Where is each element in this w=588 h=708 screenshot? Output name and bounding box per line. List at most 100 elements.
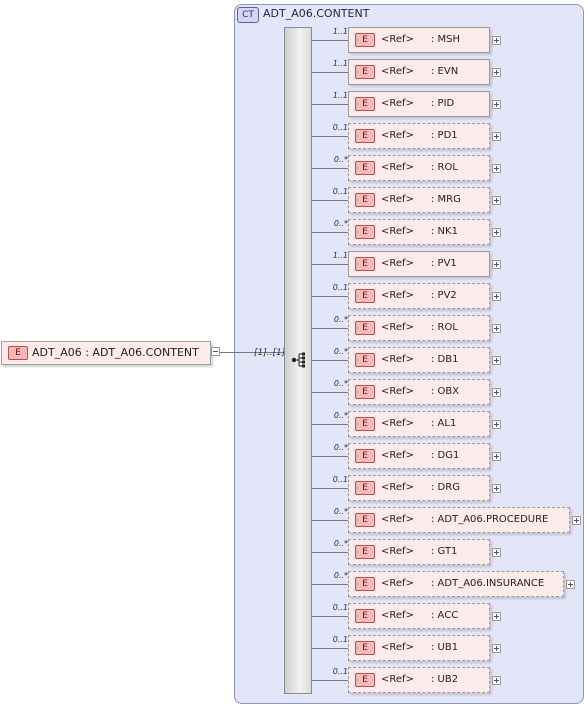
element-name: : PD1 [431,130,458,141]
cardinality-label: 0..1 [332,475,348,484]
ref-label: <Ref> [381,34,414,45]
sequence-compositor-icon[interactable] [291,352,307,368]
element-box[interactable]: E <Ref>: ACC [348,603,490,629]
cardinality-label: 0..1 [332,635,348,644]
element-name: : GT1 [431,546,458,557]
expand-icon[interactable] [492,612,501,621]
element-box[interactable]: E <Ref>: MSH [348,27,490,53]
connector-line [312,200,348,201]
element-badge: E [355,161,375,175]
expand-icon[interactable] [492,420,501,429]
element-name: : ADT_A06.PROCEDURE [431,514,549,525]
cardinality-label: 1..1 [332,91,348,100]
element-box[interactable]: E <Ref>: ROL [348,315,490,341]
element-box[interactable]: E <Ref>: PV2 [348,283,490,309]
element-row[interactable]: 0..* E <Ref>: DG1 [312,443,504,471]
element-box[interactable]: E <Ref>: MRG [348,187,490,213]
element-box[interactable]: E <Ref>: DRG [348,475,490,501]
element-row[interactable]: 0..1 E <Ref>: MRG [312,187,504,215]
collapse-icon[interactable] [211,347,220,356]
element-box[interactable]: E <Ref>: PV1 [348,251,490,277]
element-badge: E [355,673,375,687]
connector-line [312,360,348,361]
element-box[interactable]: E <Ref>: UB1 [348,635,490,661]
expand-icon[interactable] [572,516,581,525]
element-row[interactable]: 0..* E <Ref>: ROL [312,155,504,183]
expand-icon[interactable] [492,164,501,173]
element-row[interactable]: 1..1 E <Ref>: EVN [312,59,504,87]
expand-icon[interactable] [492,324,501,333]
cardinality-label: 0..* [333,571,348,580]
expand-icon[interactable] [492,388,501,397]
connector-line [312,648,348,649]
cardinality-label: 0..* [333,539,348,548]
expand-icon[interactable] [492,356,501,365]
expand-icon[interactable] [566,580,575,589]
element-name: : DG1 [431,450,460,461]
element-box[interactable]: E <Ref>: DB1 [348,347,490,373]
element-box[interactable]: E <Ref>: ADT_A06.INSURANCE [348,571,564,597]
element-box[interactable]: E <Ref>: OBX [348,379,490,405]
element-row[interactable]: 0..* E <Ref>: DB1 [312,347,504,375]
element-row[interactable]: 1..1 E <Ref>: PID [312,91,504,119]
connector-line [312,520,348,521]
element-row[interactable]: 0..1 E <Ref>: UB2 [312,667,504,695]
element-box[interactable]: E <Ref>: PD1 [348,123,490,149]
expand-icon[interactable] [492,36,501,45]
expand-icon[interactable] [492,196,501,205]
element-row[interactable]: 0..1 E <Ref>: ACC [312,603,504,631]
element-badge: E [355,545,375,559]
expand-icon[interactable] [492,484,501,493]
expand-icon[interactable] [492,676,501,685]
element-badge: E [355,577,375,591]
expand-icon[interactable] [492,644,501,653]
element-row[interactable]: 0..* E <Ref>: OBX [312,379,504,407]
cardinality-label: 0..* [333,219,348,228]
expand-icon[interactable] [492,228,501,237]
expand-icon[interactable] [492,100,501,109]
ref-label: <Ref> [381,418,414,429]
element-row[interactable]: 0..* E <Ref>: NK1 [312,219,504,247]
element-box[interactable]: E <Ref>: ROL [348,155,490,181]
ref-label: <Ref> [381,514,414,525]
connector-line [312,104,348,105]
element-badge: E [355,385,375,399]
expand-icon[interactable] [492,548,501,557]
element-box[interactable]: E <Ref>: EVN [348,59,490,85]
connector-line [312,584,348,585]
expand-icon[interactable] [492,260,501,269]
element-box[interactable]: E <Ref>: ADT_A06.PROCEDURE [348,507,570,533]
element-row[interactable]: 1..1 E <Ref>: PV1 [312,251,504,279]
element-row[interactable]: 0..* E <Ref>: ROL [312,315,504,343]
element-box[interactable]: E <Ref>: UB2 [348,667,490,693]
element-box[interactable]: E <Ref>: NK1 [348,219,490,245]
element-badge: E [355,97,375,111]
element-box[interactable]: E <Ref>: AL1 [348,411,490,437]
expand-icon[interactable] [492,292,501,301]
element-name: : PV1 [431,258,457,269]
element-box[interactable]: E <Ref>: DG1 [348,443,490,469]
root-element[interactable]: E ADT_A06 : ADT_A06.CONTENT [1,341,211,365]
element-row[interactable]: 0..* E <Ref>: ADT_A06.INSURANCE [312,571,578,599]
element-row[interactable]: 0..1 E <Ref>: PV2 [312,283,504,311]
element-box[interactable]: E <Ref>: PID [348,91,490,117]
element-box[interactable]: E <Ref>: GT1 [348,539,490,565]
expand-icon[interactable] [492,452,501,461]
element-row[interactable]: 0..* E <Ref>: GT1 [312,539,504,567]
element-row[interactable]: 1..1 E <Ref>: MSH [312,27,504,55]
ref-label: <Ref> [381,642,414,653]
expand-icon[interactable] [492,68,501,77]
element-badge: E [355,289,375,303]
element-row[interactable]: 0..1 E <Ref>: DRG [312,475,504,503]
ref-label: <Ref> [381,322,414,333]
element-badge: E [355,65,375,79]
expand-icon[interactable] [492,132,501,141]
element-row[interactable]: 0..1 E <Ref>: UB1 [312,635,504,663]
element-row[interactable]: 0..1 E <Ref>: PD1 [312,123,504,151]
element-row[interactable]: 0..* E <Ref>: ADT_A06.PROCEDURE [312,507,584,535]
element-row[interactable]: 0..* E <Ref>: AL1 [312,411,504,439]
cardinality-label: 1..1 [332,59,348,68]
cardinality-label: 0..1 [332,283,348,292]
element-name: : ACC [431,610,459,621]
element-badge: E [355,417,375,431]
